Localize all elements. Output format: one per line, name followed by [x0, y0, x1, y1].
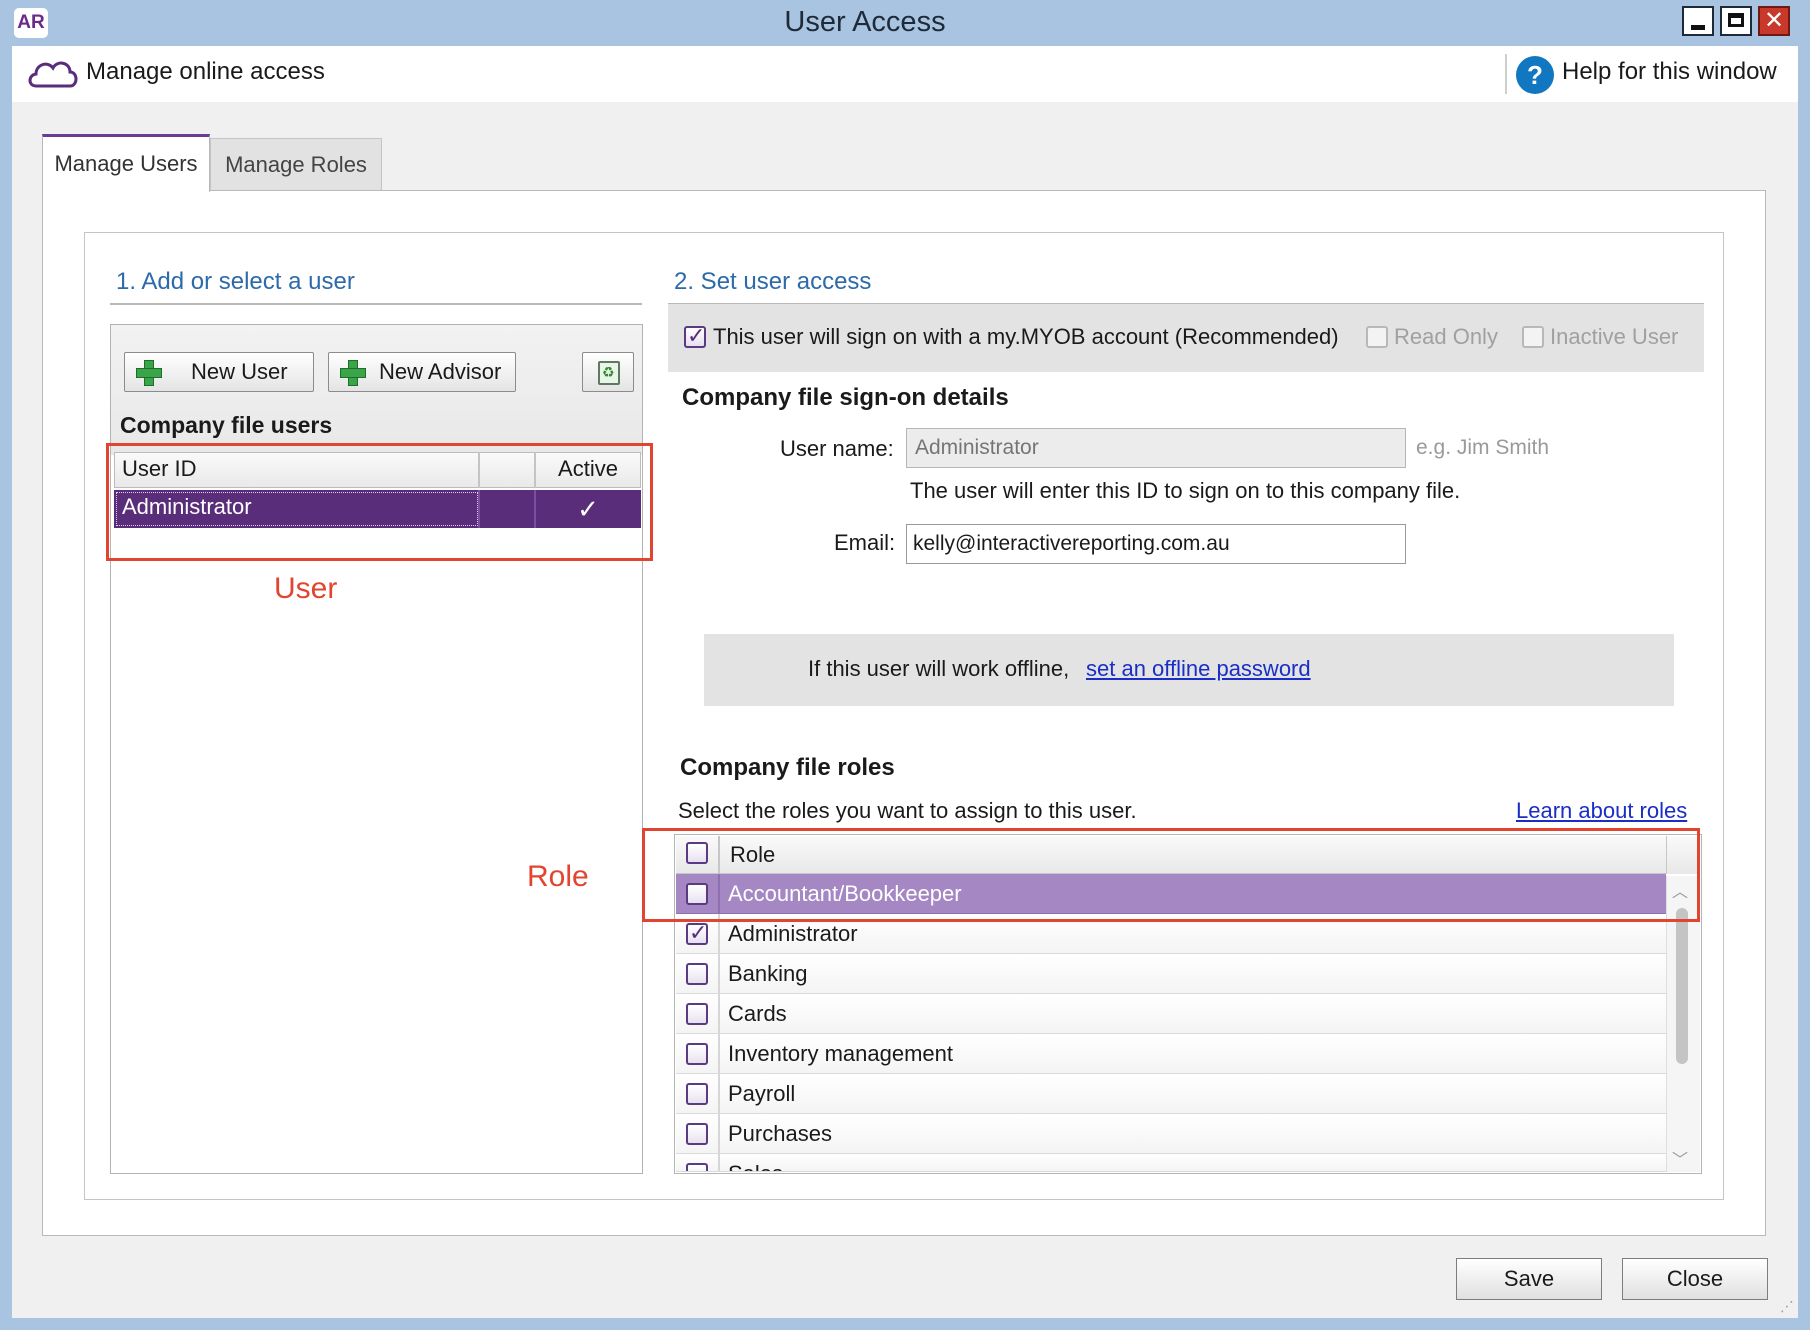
new-user-button[interactable]: New User	[124, 352, 314, 392]
offline-password-link[interactable]: set an offline password	[1086, 656, 1311, 682]
role-checkbox[interactable]	[686, 1003, 708, 1025]
close-button[interactable]: Close	[1622, 1258, 1768, 1300]
column-separator	[718, 1074, 720, 1113]
column-separator	[718, 1034, 720, 1073]
delete-user-button[interactable]	[582, 352, 634, 392]
role-checkbox[interactable]	[686, 1123, 708, 1145]
learn-about-roles-link[interactable]: Learn about roles	[1516, 798, 1687, 824]
read-only-label[interactable]: Read Only	[1394, 324, 1498, 350]
scroll-down-icon[interactable]: ﹀	[1672, 1146, 1688, 1170]
column-separator	[718, 1154, 720, 1171]
role-row[interactable]: Sales	[676, 1154, 1666, 1172]
user-annotation-box	[106, 443, 653, 561]
new-user-label: New User	[191, 359, 288, 384]
role-label[interactable]: Administrator	[728, 921, 858, 947]
role-checkbox[interactable]	[686, 1163, 708, 1171]
email-field[interactable]	[906, 524, 1406, 564]
username-example: e.g. Jim Smith	[1416, 436, 1550, 459]
tab-manage-roles[interactable]: Manage Roles	[210, 138, 382, 190]
role-checkbox[interactable]	[686, 963, 708, 985]
signon-details-heading: Company file sign-on details	[682, 384, 1009, 411]
role-row[interactable]: Cards	[676, 994, 1666, 1034]
role-label[interactable]: Payroll	[728, 1081, 795, 1107]
inactive-user-checkbox[interactable]	[1522, 326, 1544, 348]
toolbar-divider	[1505, 54, 1507, 94]
company-file-roles-heading: Company file roles	[680, 754, 895, 781]
tab-manage-users[interactable]: Manage Users	[42, 134, 210, 192]
section-heading-set-access: 2. Set user access	[674, 268, 872, 295]
manage-online-access-link[interactable]: Manage online access	[86, 58, 325, 86]
role-row[interactable]: Purchases	[676, 1114, 1666, 1154]
company-file-users-label: Company file users	[120, 412, 333, 438]
username-label: User name:	[780, 436, 894, 461]
role-row[interactable]: Banking	[676, 954, 1666, 994]
scrollbar-thumb[interactable]	[1676, 908, 1688, 1064]
email-label: Email:	[834, 530, 896, 555]
minimize-icon	[1691, 25, 1705, 30]
new-advisor-label: New Advisor	[379, 359, 502, 384]
role-checkbox[interactable]	[686, 920, 708, 946]
recycle-bin-icon	[598, 361, 620, 385]
role-label[interactable]: Banking	[728, 961, 808, 987]
role-label[interactable]: Cards	[728, 1001, 787, 1027]
role-label[interactable]: Purchases	[728, 1121, 832, 1147]
myob-signon-label[interactable]: This user will sign on with a my.MYOB ac…	[713, 324, 1339, 350]
read-only-checkbox[interactable]	[1366, 326, 1388, 348]
section-divider	[110, 303, 642, 305]
window-title: User Access	[784, 6, 946, 38]
column-separator	[718, 1114, 720, 1153]
role-checkbox[interactable]	[686, 1043, 708, 1065]
section-heading-add-user: 1. Add or select a user	[116, 268, 355, 295]
offline-text: If this user will work offline,	[808, 656, 1070, 681]
inactive-user-label[interactable]: Inactive User	[1550, 324, 1678, 350]
role-annotation-box	[642, 828, 1700, 922]
roles-instructions: Select the roles you want to assign to t…	[678, 798, 1137, 823]
help-link[interactable]: Help for this window	[1562, 58, 1777, 86]
role-label[interactable]: Sales	[728, 1161, 783, 1171]
plus-icon	[339, 359, 366, 386]
cloud-icon[interactable]	[26, 56, 80, 90]
close-icon: ✕	[1763, 7, 1785, 34]
role-row[interactable]: Payroll	[676, 1074, 1666, 1114]
resize-grip-icon[interactable]: ⋰	[1780, 1298, 1794, 1315]
username-hint: The user will enter this ID to sign on t…	[910, 478, 1461, 503]
maximize-button[interactable]	[1720, 6, 1752, 36]
role-annotation-label: Role	[527, 860, 589, 893]
save-button[interactable]: Save	[1456, 1258, 1602, 1300]
role-label[interactable]: Inventory management	[728, 1041, 953, 1067]
role-row[interactable]: Inventory management	[676, 1034, 1666, 1074]
close-window-button[interactable]: ✕	[1758, 6, 1790, 36]
column-separator	[718, 994, 720, 1033]
plus-icon	[135, 359, 162, 386]
maximize-icon	[1728, 13, 1744, 27]
column-separator	[718, 954, 720, 993]
help-icon[interactable]: ?	[1516, 56, 1554, 94]
user-annotation-label: User	[274, 572, 338, 605]
new-advisor-button[interactable]: New Advisor	[328, 352, 516, 392]
role-checkbox[interactable]	[686, 1083, 708, 1105]
username-field[interactable]	[906, 428, 1406, 468]
myob-signon-checkbox[interactable]	[684, 323, 706, 349]
minimize-button[interactable]	[1682, 6, 1714, 36]
